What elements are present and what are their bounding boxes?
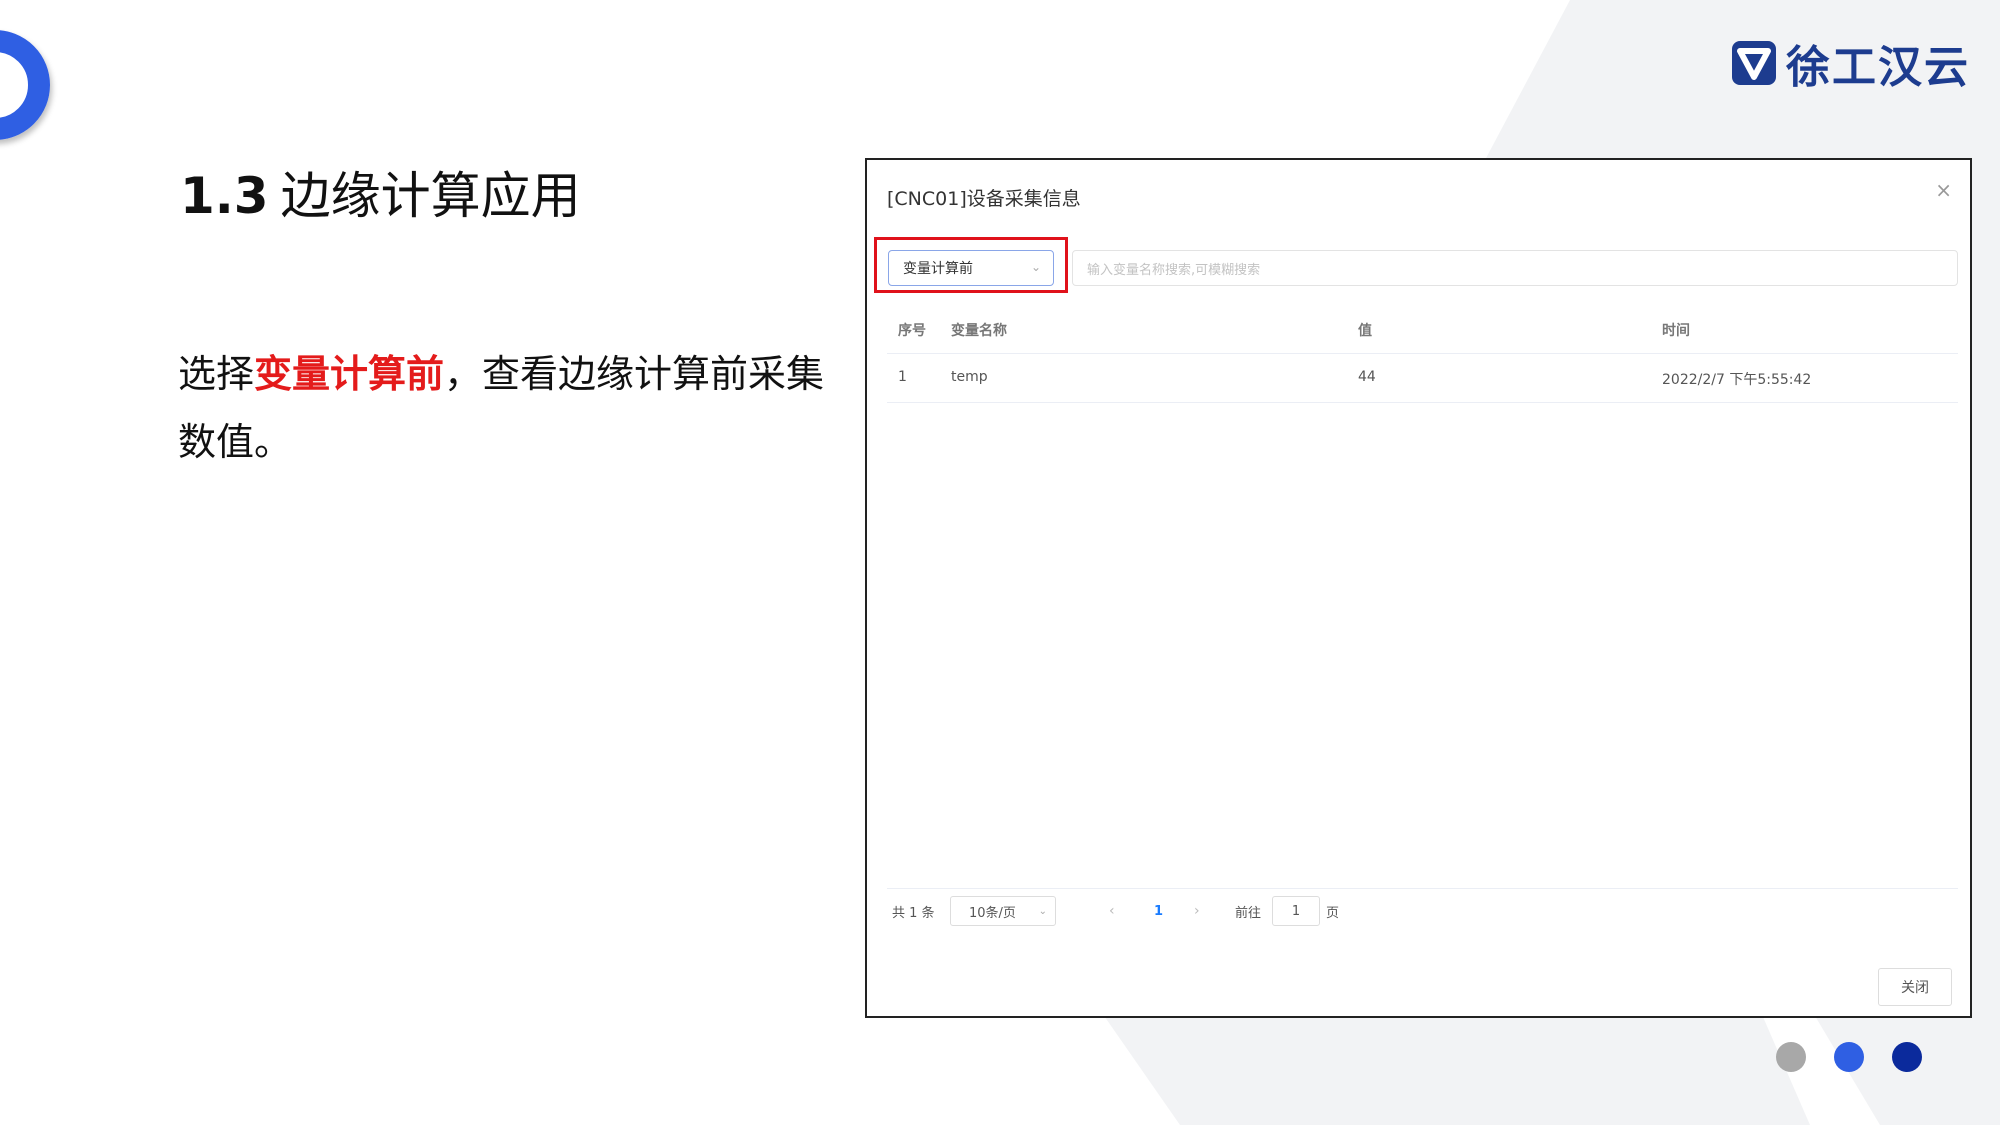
dot bbox=[1834, 1042, 1864, 1072]
column-header: 变量名称 bbox=[951, 323, 1007, 339]
variable-mode-select[interactable]: 变量计算前 ⌄ bbox=[888, 250, 1054, 286]
dialog-title: [CNC01]设备采集信息 bbox=[887, 188, 1081, 210]
column-header: 序号 bbox=[898, 323, 926, 339]
description: 选择变量计算前，查看边缘计算前采集数值。 bbox=[178, 340, 838, 476]
prev-page-icon[interactable]: ‹ bbox=[1109, 896, 1115, 926]
page-title: 1.3 边缘计算应用 bbox=[180, 156, 581, 228]
logo-shield-icon bbox=[1732, 41, 1776, 85]
goto-label: 前往 bbox=[1235, 905, 1262, 921]
goto-page-input[interactable]: 1 bbox=[1272, 896, 1320, 926]
divider bbox=[887, 888, 1958, 889]
cell-time: 2022/2/7 下午5:55:42 bbox=[1662, 372, 1812, 388]
decorative-ring bbox=[0, 30, 50, 140]
total-count: 共 1 条 bbox=[892, 905, 935, 921]
dot bbox=[1776, 1042, 1806, 1072]
page-unit-label: 页 bbox=[1326, 905, 1340, 921]
brand-logo: 徐工汉云 bbox=[1730, 32, 1970, 94]
select-value: 变量计算前 bbox=[903, 261, 973, 277]
page-size-value: 10条/页 bbox=[969, 905, 1016, 921]
next-page-icon[interactable]: › bbox=[1194, 896, 1200, 926]
close-button[interactable]: 关闭 bbox=[1878, 968, 1952, 1006]
cell-variable-name: temp bbox=[951, 369, 988, 385]
desc-pre: 选择 bbox=[178, 352, 255, 396]
decorative-dots bbox=[1776, 1042, 1922, 1072]
page-size-select[interactable]: 10条/页 ⌄ bbox=[950, 896, 1056, 926]
desc-highlight: 变量计算前 bbox=[254, 352, 445, 396]
pagination: 共 1 条 10条/页 ⌄ ‹ 1 › 前往 1 页 bbox=[889, 896, 1949, 936]
device-collect-dialog: [CNC01]设备采集信息 × 变量计算前 ⌄ 输入变量名称搜索,可模糊搜索 序… bbox=[865, 158, 1972, 1018]
cell-value: 44 bbox=[1358, 369, 1376, 385]
column-header: 值 bbox=[1358, 323, 1372, 339]
logo-text: 徐工汉云 bbox=[1786, 42, 1970, 93]
chevron-down-icon: ⌄ bbox=[1030, 260, 1041, 274]
search-placeholder: 输入变量名称搜索,可模糊搜索 bbox=[1087, 262, 1261, 278]
data-table: 序号 变量名称 值 时间 1 temp 44 2022/2/7 下午5:55:4… bbox=[887, 305, 1958, 403]
title-text: 边缘计算应用 bbox=[280, 167, 581, 225]
search-input[interactable]: 输入变量名称搜索,可模糊搜索 bbox=[1072, 250, 1958, 286]
cell-index: 1 bbox=[898, 369, 907, 385]
title-number: 1.3 bbox=[180, 167, 269, 225]
dot bbox=[1892, 1042, 1922, 1072]
column-header: 时间 bbox=[1662, 323, 1690, 339]
chevron-down-icon: ⌄ bbox=[1038, 905, 1047, 917]
table-row[interactable]: 1 temp 44 2022/2/7 下午5:55:42 bbox=[887, 354, 1958, 403]
table-header: 序号 变量名称 值 时间 bbox=[887, 305, 1958, 354]
close-icon[interactable]: × bbox=[1935, 178, 1952, 202]
page-number[interactable]: 1 bbox=[1154, 896, 1163, 926]
